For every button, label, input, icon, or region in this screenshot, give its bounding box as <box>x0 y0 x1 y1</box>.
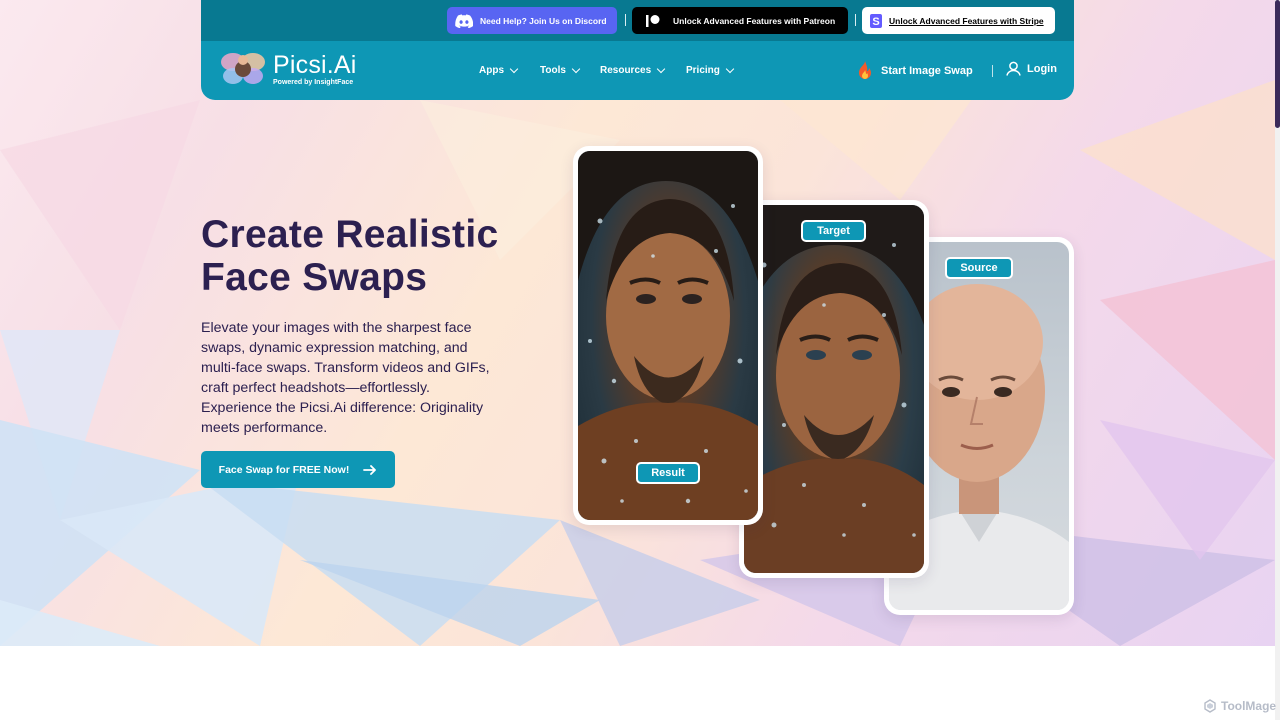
stripe-label: Unlock Advanced Features with Stripe <box>889 15 1044 26</box>
nav-pricing-label: Pricing <box>686 65 720 76</box>
hero-description: Elevate your images with the sharpest fa… <box>201 320 490 436</box>
nav-tools[interactable]: Tools <box>540 64 581 76</box>
logo-subtitle: Powered by InsightFace <box>273 79 354 86</box>
start-image-swap-label: Start Image Swap <box>881 64 973 77</box>
login-label: Login <box>1027 62 1057 75</box>
discord-label: Need Help? Join Us on Discord <box>480 15 607 26</box>
announcement-bar: Need Help? Join Us on Discord Unlock Adv… <box>201 0 1074 41</box>
logo-title: Picsi.Ai <box>273 51 357 79</box>
chevron-down-icon <box>509 64 519 73</box>
nav-resources[interactable]: Resources <box>600 64 666 76</box>
arrow-right-icon <box>363 464 377 475</box>
stripe-icon: S <box>870 13 882 28</box>
discord-help-button[interactable]: Need Help? Join Us on Discord <box>447 7 617 34</box>
source-tag: Source <box>945 257 1013 279</box>
nav-apps[interactable]: Apps <box>479 64 519 76</box>
login-link[interactable]: Login <box>1006 61 1057 76</box>
discord-icon <box>455 13 473 28</box>
logo[interactable]: Picsi.Ai Powered by InsightFace <box>219 48 357 90</box>
svg-text:S: S <box>872 16 879 28</box>
nav-pricing[interactable]: Pricing <box>686 64 735 76</box>
patreon-button[interactable]: Unlock Advanced Features with Patreon <box>632 7 848 34</box>
chevron-down-icon <box>725 64 735 73</box>
topbar-divider <box>625 14 626 26</box>
fire-icon <box>859 61 871 79</box>
result-tag: Result <box>636 462 700 484</box>
topbar-divider <box>855 14 856 26</box>
user-icon <box>1006 61 1021 76</box>
chevron-down-icon <box>571 64 581 73</box>
nav-tools-label: Tools <box>540 65 566 76</box>
hero-title-line2: Face Swaps <box>201 256 428 299</box>
target-tag: Target <box>801 220 866 242</box>
target-face-illustration <box>744 205 924 573</box>
patreon-label: Unlock Advanced Features with Patreon <box>673 15 836 26</box>
patreon-icon <box>646 14 660 27</box>
watermark: ToolMage <box>1203 699 1276 713</box>
logo-icon <box>221 53 265 84</box>
target-card <box>739 200 929 578</box>
scrollbar-thumb[interactable] <box>1275 0 1280 128</box>
chevron-down-icon <box>656 64 666 73</box>
cta-label: Face Swap for FREE Now! <box>218 463 350 476</box>
nav-apps-label: Apps <box>479 65 504 76</box>
face-swap-free-button[interactable]: Face Swap for FREE Now! <box>201 451 395 488</box>
hero-title: Create Realistic Face Swaps <box>201 213 561 299</box>
nav-resources-label: Resources <box>600 65 652 76</box>
hero-title-line1: Create Realistic <box>201 213 499 256</box>
start-image-swap-link[interactable]: Start Image Swap <box>857 61 973 80</box>
stripe-button[interactable]: S Unlock Advanced Features with Stripe <box>862 7 1055 34</box>
nav-divider <box>992 65 993 77</box>
watermark-icon <box>1204 699 1216 713</box>
scrollbar-track[interactable] <box>1275 0 1280 720</box>
watermark-label: ToolMage <box>1221 699 1277 713</box>
site-header: Need Help? Join Us on Discord Unlock Adv… <box>201 0 1074 100</box>
target-photo <box>744 205 924 573</box>
main-nav: Picsi.Ai Powered by InsightFace Apps Too… <box>201 41 1074 100</box>
